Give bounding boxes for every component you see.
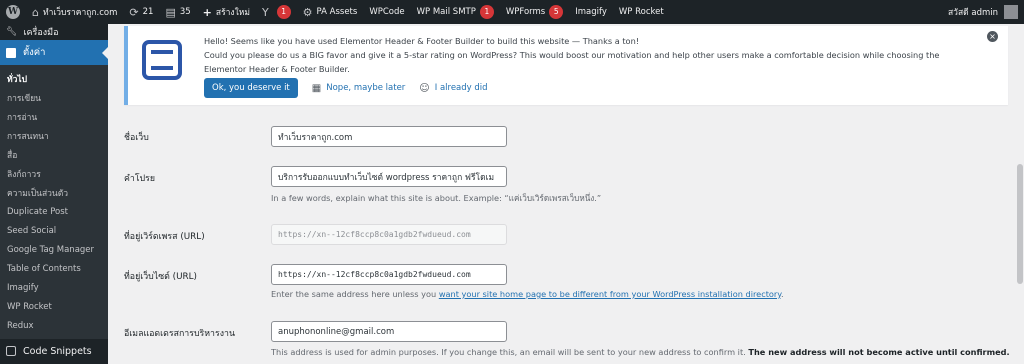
submenu-item-privacy[interactable]: ความเป็นส่วนตัว bbox=[0, 183, 108, 202]
site-address-desc-end: . bbox=[780, 289, 784, 299]
site-title-input[interactable]: ทำเว็บราคาถูก.com bbox=[271, 126, 507, 147]
site-name: ทำเว็บราคาถูก.com bbox=[42, 8, 118, 18]
wpcode-menu[interactable]: WPCode bbox=[363, 0, 410, 24]
calendar-icon: ▦ bbox=[311, 82, 322, 94]
admin-email-desc-text: This address is used for admin purposes.… bbox=[271, 347, 749, 357]
imagify-menu[interactable]: Imagify bbox=[569, 0, 613, 24]
updates-count: 21 bbox=[142, 7, 154, 17]
submenu-item-google-tag-manager[interactable]: Google Tag Manager bbox=[0, 240, 108, 259]
plugin-logo bbox=[142, 40, 182, 80]
submenu-item-permalinks[interactable]: ลิงก์ถาวร bbox=[0, 164, 108, 183]
site-address-help-link[interactable]: want your site home page to be different… bbox=[439, 289, 781, 299]
settings-submenu: ทั่วไป การเขียน การอ่าน การสนทนา สื่อ ลิ… bbox=[0, 65, 108, 339]
site-title-label: ชื่อเว็บ bbox=[124, 133, 149, 143]
pa-assets-menu[interactable]: ⚙ PA Assets bbox=[297, 0, 364, 24]
code-snippets-icon bbox=[6, 346, 16, 356]
site-address-label: ที่อยู่เว็บไซต์ (URL) bbox=[124, 272, 197, 282]
admin-sidebar: 🔧︎ เครื่องมือ ตั้งค่า ทั่วไป การเขียน กา… bbox=[0, 24, 108, 364]
notice-message: Hello! Seems like you have used Elemento… bbox=[204, 34, 984, 76]
submenu-item-discussion[interactable]: การสนทนา bbox=[0, 126, 108, 145]
smiley-icon: ☺ bbox=[419, 82, 430, 94]
wpforms-menu[interactable]: WPForms 5 bbox=[500, 0, 569, 24]
wp-address-label: ที่อยู่เวิร์ดเพรส (URL) bbox=[124, 232, 205, 242]
sidebar-item-settings[interactable]: ตั้งค่า bbox=[0, 40, 108, 65]
new-content-menu[interactable]: + สร้างใหม่ bbox=[197, 0, 256, 24]
wordpress-icon: W bbox=[6, 5, 20, 19]
gear-icon: ⚙ bbox=[302, 5, 313, 19]
home-icon: ⌂ bbox=[32, 5, 39, 19]
wpforms-badge: 5 bbox=[549, 5, 564, 19]
updates-menu[interactable]: ⟳ 21 bbox=[123, 0, 159, 24]
tagline-input[interactable]: บริการรับออกแบบทำเว็บไซต์ wordpress ราคา… bbox=[271, 166, 507, 187]
submenu-item-redux[interactable]: Redux bbox=[0, 316, 108, 335]
already-did-label: I already did bbox=[434, 83, 488, 93]
wrench-icon: 🔧︎ bbox=[6, 27, 18, 37]
rate-button[interactable]: Ok, you deserve it bbox=[204, 78, 298, 98]
maybe-later-link[interactable]: ▦ Nope, maybe later bbox=[312, 83, 406, 94]
my-account-menu[interactable]: สวัสดี admin bbox=[942, 0, 1024, 24]
tagline-label: คำโปรย bbox=[124, 174, 156, 184]
notice-line-1: Hello! Seems like you have used Elemento… bbox=[204, 36, 640, 46]
notice-line-2: Could you please do us a BIG favor and g… bbox=[204, 50, 940, 74]
wp-rocket-menu[interactable]: WP Rocket bbox=[613, 0, 670, 24]
submenu-item-reading[interactable]: การอ่าน bbox=[0, 107, 108, 126]
wp-logo-menu[interactable]: W bbox=[0, 0, 26, 24]
comments-menu[interactable]: ▤ 35 bbox=[159, 0, 196, 24]
yoast-icon: Y bbox=[261, 5, 269, 19]
admin-email-description: This address is used for admin purposes.… bbox=[271, 347, 1010, 357]
sidebar-item-label: Code Snippets bbox=[23, 345, 92, 357]
new-content-label: สร้างใหม่ bbox=[215, 8, 250, 18]
page-scrollbar[interactable] bbox=[1016, 24, 1024, 364]
wp-mail-smtp-label: WP Mail SMTP bbox=[416, 7, 476, 17]
yoast-menu[interactable]: Y 1 bbox=[256, 0, 297, 24]
comment-icon: ▤ bbox=[165, 5, 176, 19]
notice-actions: Ok, you deserve it ▦ Nope, maybe later ☺… bbox=[204, 78, 488, 98]
submenu-item-imagify[interactable]: Imagify bbox=[0, 278, 108, 297]
admin-email-label: อีเมลแอดเดรสการบริหารงาน bbox=[124, 329, 235, 339]
maybe-later-label: Nope, maybe later bbox=[326, 83, 406, 93]
site-name-menu[interactable]: ⌂ ทำเว็บราคาถูก.com bbox=[26, 0, 123, 24]
rating-notice: Hello! Seems like you have used Elemento… bbox=[124, 26, 1008, 105]
already-did-link[interactable]: ☺ I already did bbox=[419, 83, 487, 94]
sidebar-item-label: เครื่องมือ bbox=[23, 28, 59, 38]
settings-icon bbox=[6, 47, 16, 58]
comments-count: 35 bbox=[179, 7, 191, 17]
admin-email-input[interactable]: anuphononline@gmail.com bbox=[271, 321, 507, 342]
scrollbar-thumb[interactable] bbox=[1017, 164, 1023, 284]
submenu-item-media[interactable]: สื่อ bbox=[0, 145, 108, 164]
submenu-item-duplicate-post[interactable]: Duplicate Post bbox=[0, 202, 108, 221]
sidebar-item-tools[interactable]: 🔧︎ เครื่องมือ bbox=[0, 24, 108, 40]
pa-assets-label: PA Assets bbox=[316, 7, 358, 17]
submenu-item-general[interactable]: ทั่วไป bbox=[0, 69, 108, 88]
site-address-input[interactable]: https://xn--12cf8ccp8c0a1gdb2fwdueud.com bbox=[271, 264, 507, 285]
updates-icon: ⟳ bbox=[129, 5, 139, 19]
plus-icon: + bbox=[202, 5, 212, 19]
imagify-label: Imagify bbox=[575, 7, 607, 17]
submenu-item-seed-social[interactable]: Seed Social bbox=[0, 221, 108, 240]
greeting: สวัสดี admin bbox=[947, 8, 998, 18]
site-address-description: Enter the same address here unless you w… bbox=[271, 289, 784, 299]
wp-rocket-label: WP Rocket bbox=[618, 7, 664, 17]
wp-mail-smtp-menu[interactable]: WP Mail SMTP 1 bbox=[411, 0, 500, 24]
wp-mail-smtp-badge: 1 bbox=[479, 5, 494, 19]
wpcode-label: WPCode bbox=[369, 7, 405, 17]
sidebar-item-label: ตั้งค่า bbox=[23, 47, 46, 58]
sidebar-item-code-snippets[interactable]: Code Snippets bbox=[0, 339, 108, 363]
tagline-description: In a few words, explain what this site i… bbox=[271, 193, 602, 203]
wp-address-input: https://xn--12cf8ccp8c0a1gdb2fwdueud.com bbox=[271, 224, 507, 245]
submenu-item-table-of-contents[interactable]: Table of Contents bbox=[0, 259, 108, 278]
yoast-badge: 1 bbox=[276, 5, 291, 19]
wpforms-label: WPForms bbox=[505, 7, 546, 17]
avatar bbox=[1004, 5, 1018, 19]
submenu-item-wp-rocket[interactable]: WP Rocket bbox=[0, 297, 108, 316]
admin-bar: W ⌂ ทำเว็บราคาถูก.com ⟳ 21 ▤ 35 + สร้างใ… bbox=[0, 0, 1024, 24]
submenu-item-writing[interactable]: การเขียน bbox=[0, 88, 108, 107]
dismiss-notice-icon[interactable]: × bbox=[987, 31, 998, 42]
admin-email-desc-bold: The new address will not become active u… bbox=[748, 347, 1010, 357]
site-address-desc-text: Enter the same address here unless you bbox=[271, 289, 439, 299]
